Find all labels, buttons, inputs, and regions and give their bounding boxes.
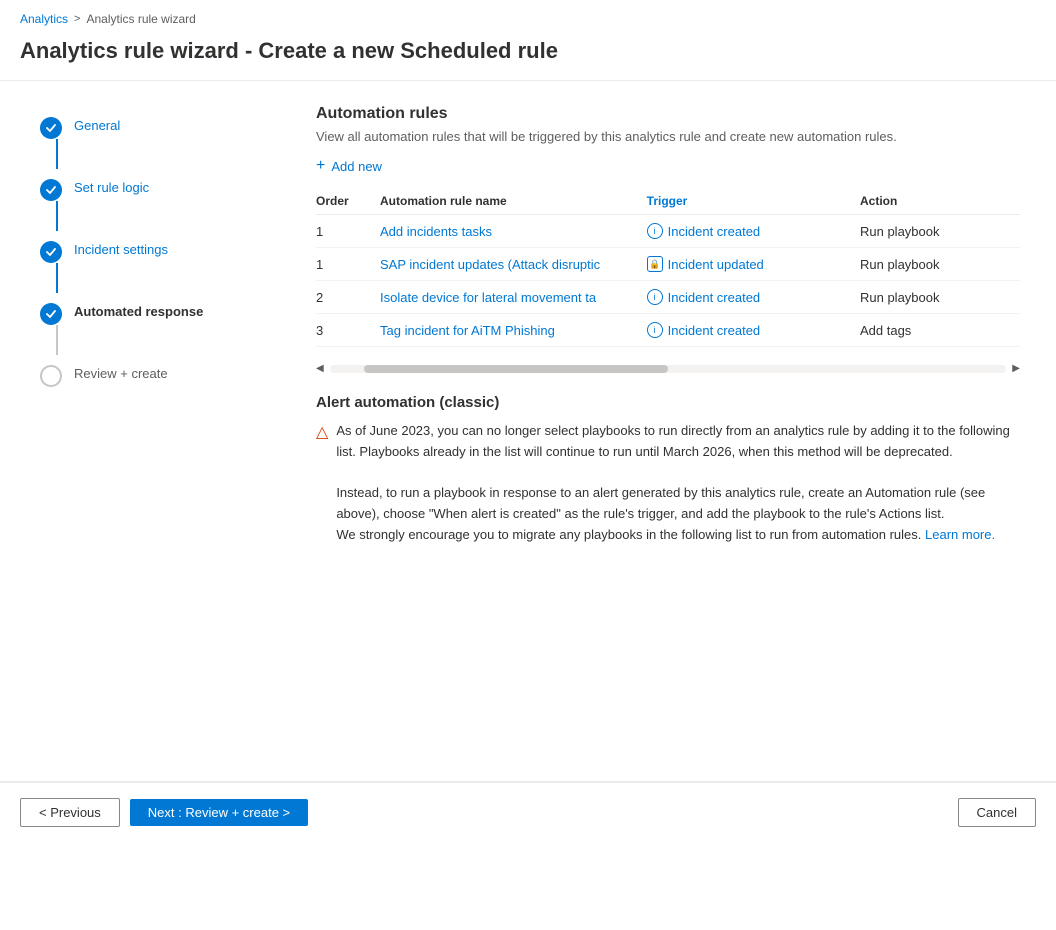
table-row: 1 Add incidents tasks i Incident created… (316, 215, 1020, 248)
scroll-left-arrow[interactable]: ◀ (316, 363, 324, 374)
connector-set-rule-logic (56, 201, 58, 231)
table-row: 3 Tag incident for AiTM Phishing i Incid… (316, 314, 1020, 347)
row3-trigger: i Incident created (647, 281, 860, 314)
step-circle-general (40, 117, 62, 139)
learn-more-link[interactable]: Learn more. (925, 527, 995, 542)
main-layout: General Set rule logic Incident settings (0, 81, 1056, 781)
cancel-button[interactable]: Cancel (958, 798, 1036, 827)
page-title: Analytics rule wizard - Create a new Sch… (0, 30, 1056, 80)
breadcrumb: Analytics > Analytics rule wizard (0, 0, 1056, 30)
row2-order: 1 (316, 248, 380, 281)
previous-button[interactable]: < Previous (20, 798, 120, 827)
warning-icon: △ (316, 422, 328, 442)
sidebar-step-automated-response[interactable]: Automated response (40, 297, 260, 359)
col-header-action: Action (860, 188, 1020, 215)
connector-general (56, 139, 58, 169)
sidebar-step-review-create[interactable]: Review + create (40, 359, 260, 391)
trigger-icon-lock: 🔒 (647, 256, 663, 272)
row3-name[interactable]: Isolate device for lateral movement ta (380, 281, 647, 314)
automation-rules-title: Automation rules (316, 105, 1020, 123)
connector-incident-settings (56, 263, 58, 293)
breadcrumb-analytics-link[interactable]: Analytics (20, 12, 68, 26)
row1-action: Run playbook (860, 215, 1020, 248)
automation-rules-table: Order Automation rule name Trigger Actio… (316, 188, 1020, 347)
trigger-icon-circle-i-2: i (647, 289, 663, 305)
row2-action: Run playbook (860, 248, 1020, 281)
row1-name[interactable]: Add incidents tasks (380, 215, 647, 248)
breadcrumb-current: Analytics rule wizard (86, 12, 195, 26)
row4-order: 3 (316, 314, 380, 347)
sidebar-step-set-rule-logic[interactable]: Set rule logic (40, 173, 260, 235)
step-circle-set-rule-logic (40, 179, 62, 201)
sidebar: General Set rule logic Incident settings (0, 81, 280, 781)
add-new-button[interactable]: + Add new (316, 158, 382, 174)
add-new-label: Add new (331, 159, 382, 174)
step-circle-review-create (40, 365, 62, 387)
row4-trigger: i Incident created (647, 314, 860, 347)
sidebar-label-general: General (74, 115, 120, 133)
scroll-right-arrow[interactable]: ▶ (1012, 363, 1020, 374)
col-header-order: Order (316, 188, 380, 215)
trigger-icon-circle-i: i (647, 223, 663, 239)
row1-trigger: i Incident created (647, 215, 860, 248)
sidebar-label-automated-response: Automated response (74, 301, 203, 319)
col-header-trigger: Trigger (647, 188, 860, 215)
footer-left-buttons: < Previous Next : Review + create > (20, 798, 308, 827)
next-review-create-button[interactable]: Next : Review + create > (130, 799, 308, 826)
sidebar-step-general[interactable]: General (40, 111, 260, 173)
automation-rules-desc: View all automation rules that will be t… (316, 129, 1020, 144)
sidebar-label-set-rule-logic: Set rule logic (74, 177, 149, 195)
row3-action: Run playbook (860, 281, 1020, 314)
table-row: 2 Isolate device for lateral movement ta… (316, 281, 1020, 314)
table-row: 1 SAP incident updates (Attack disruptic… (316, 248, 1020, 281)
sidebar-label-incident-settings: Incident settings (74, 239, 168, 257)
row4-name[interactable]: Tag incident for AiTM Phishing (380, 314, 647, 347)
connector-automated-response (56, 325, 58, 355)
row1-trigger-text: Incident created (668, 224, 761, 239)
row4-trigger-text: Incident created (668, 323, 761, 338)
step-circle-incident-settings (40, 241, 62, 263)
row3-order: 2 (316, 281, 380, 314)
row1-order: 1 (316, 215, 380, 248)
content-area: Automation rules View all automation rul… (280, 81, 1056, 781)
row2-trigger-text: Incident updated (668, 257, 764, 272)
alert-box: △ As of June 2023, you can no longer sel… (316, 421, 1020, 546)
sidebar-label-review-create: Review + create (74, 363, 168, 381)
alert-text-content: As of June 2023, you can no longer selec… (336, 421, 1020, 546)
col-header-name: Automation rule name (380, 188, 647, 215)
scrollbar-track[interactable] (330, 365, 1007, 373)
alert-automation-title: Alert automation (classic) (316, 394, 1020, 411)
plus-icon: + (316, 158, 325, 174)
sidebar-step-incident-settings[interactable]: Incident settings (40, 235, 260, 297)
step-circle-automated-response (40, 303, 62, 325)
row2-name[interactable]: SAP incident updates (Attack disruptic (380, 248, 647, 281)
row2-trigger: 🔒 Incident updated (647, 248, 860, 281)
trigger-icon-circle-i-3: i (647, 322, 663, 338)
row4-action: Add tags (860, 314, 1020, 347)
horizontal-scrollbar[interactable]: ◀ ▶ (316, 363, 1020, 374)
scrollbar-thumb (364, 365, 668, 373)
breadcrumb-separator: > (74, 13, 80, 25)
footer-bar: < Previous Next : Review + create > Canc… (0, 782, 1056, 842)
row3-trigger-text: Incident created (668, 290, 761, 305)
